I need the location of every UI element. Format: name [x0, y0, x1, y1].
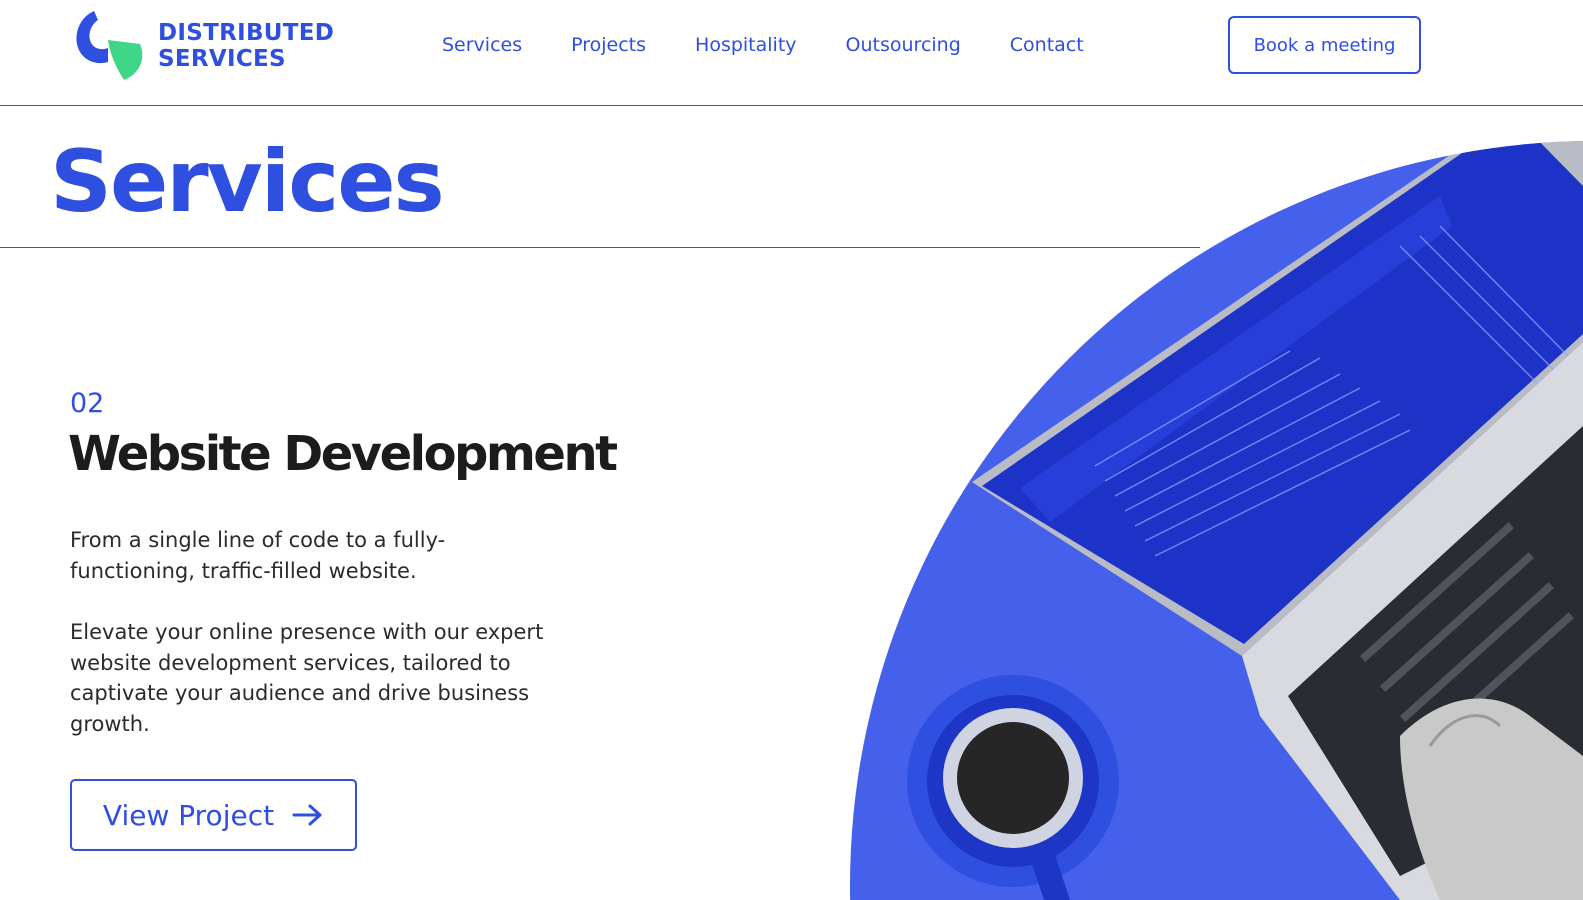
- main-nav: Services Projects Hospitality Outsourcin…: [442, 34, 1133, 56]
- service-title: Website Development: [68, 426, 618, 482]
- nav-outsourcing[interactable]: Outsourcing: [846, 34, 961, 56]
- logo-line-1: DISTRIBUTED: [158, 20, 335, 46]
- service-number: 02: [70, 388, 105, 419]
- page-title: Services: [50, 132, 445, 232]
- book-meeting-button[interactable]: Book a meeting: [1228, 16, 1421, 74]
- site-header: DISTRIBUTED SERVICES Services Projects H…: [0, 0, 1583, 106]
- logo-line-2: SERVICES: [158, 46, 286, 72]
- view-project-label: View Project: [102, 798, 275, 832]
- service-intro: From a single line of code to a fully-fu…: [70, 528, 446, 583]
- laptop-hero-illustration: [850, 141, 1583, 900]
- service-description: Elevate your online presence with our ex…: [70, 620, 544, 736]
- logo-wordmark: DISTRIBUTED SERVICES: [158, 20, 334, 72]
- view-project-button[interactable]: View Project: [70, 779, 357, 851]
- logo-mark-icon: [76, 11, 143, 80]
- nav-hospitality[interactable]: Hospitality: [695, 34, 797, 56]
- arrow-right-icon: [292, 804, 322, 826]
- nav-contact[interactable]: Contact: [1010, 34, 1084, 56]
- nav-projects[interactable]: Projects: [571, 34, 646, 56]
- brand-logo[interactable]: DISTRIBUTED SERVICES: [72, 8, 334, 86]
- nav-services[interactable]: Services: [442, 34, 522, 56]
